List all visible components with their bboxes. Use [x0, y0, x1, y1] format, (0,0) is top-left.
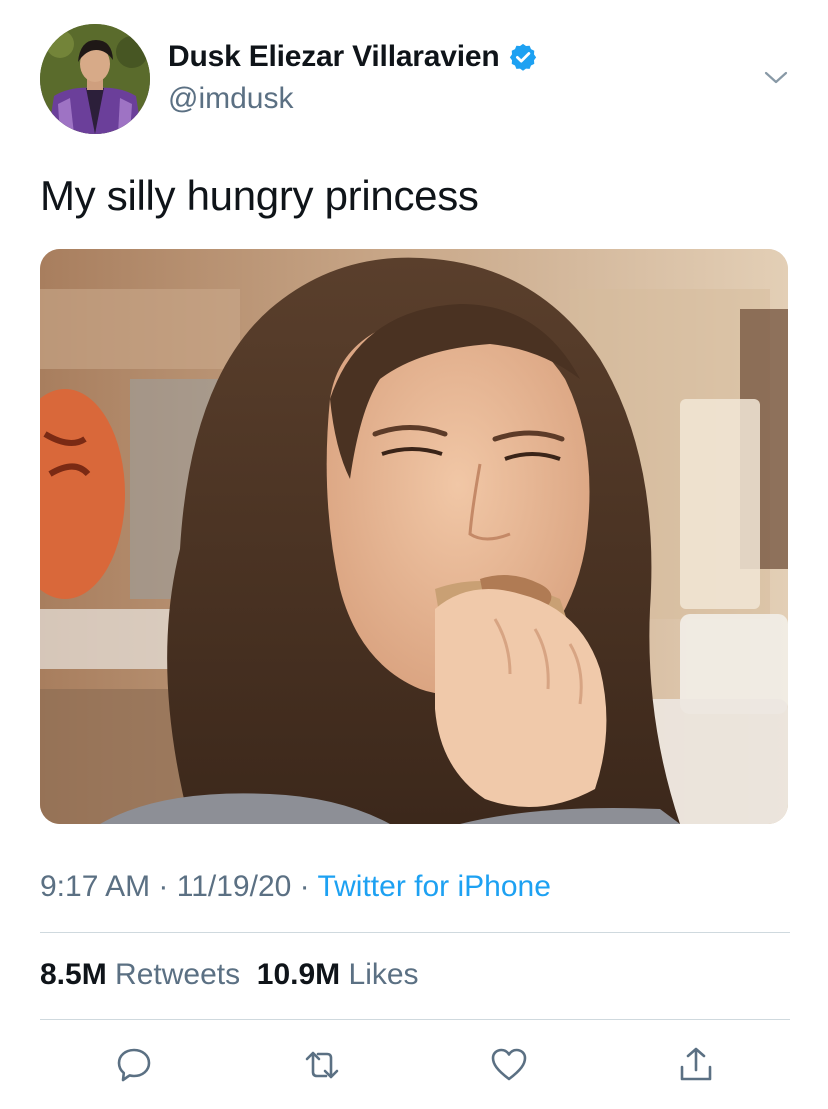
avatar[interactable] — [40, 24, 150, 134]
tweet-text: My silly hungry princess — [40, 172, 479, 219]
author-name-row[interactable]: Dusk Eliezar Villaravien — [168, 40, 538, 74]
share-icon[interactable] — [676, 1045, 716, 1085]
tweet-stats: 8.5M Retweets 10.9M Likes — [40, 958, 419, 992]
retweet-icon[interactable] — [302, 1045, 342, 1085]
likes-count: 10.9M — [256, 958, 341, 991]
chevron-down-icon[interactable] — [760, 62, 792, 94]
likes-label: Likes — [348, 958, 419, 991]
tweet-meta: 9:17 AM · 11/19/20 · Twitter for iPhone — [40, 870, 551, 904]
retweets-count: 8.5M — [40, 958, 107, 991]
retweets-label: Retweets — [115, 958, 241, 991]
author-handle[interactable]: @imdusk — [168, 82, 293, 116]
retweets-stat[interactable]: 8.5M Retweets — [40, 958, 240, 991]
meta-separator: · — [299, 870, 310, 903]
heart-icon[interactable] — [489, 1045, 529, 1085]
tweet-time: 9:17 AM — [40, 870, 151, 903]
divider — [40, 932, 790, 933]
tweet-date: 11/19/20 — [176, 870, 292, 903]
avatar-image — [40, 24, 150, 134]
photo-woman-eating — [40, 249, 788, 824]
reply-icon[interactable] — [114, 1045, 154, 1085]
tweet-source-link[interactable]: Twitter for iPhone — [317, 870, 550, 903]
author-display-name[interactable]: Dusk Eliezar Villaravien — [168, 40, 500, 74]
tweet-detail: Dusk Eliezar Villaravien @imdusk My sill… — [0, 0, 828, 1109]
verified-badge-icon — [509, 43, 536, 71]
meta-separator: · — [158, 870, 169, 903]
divider — [40, 1019, 790, 1020]
tweet-media-photo[interactable] — [40, 249, 788, 824]
likes-stat[interactable]: 10.9M Likes — [257, 958, 419, 991]
